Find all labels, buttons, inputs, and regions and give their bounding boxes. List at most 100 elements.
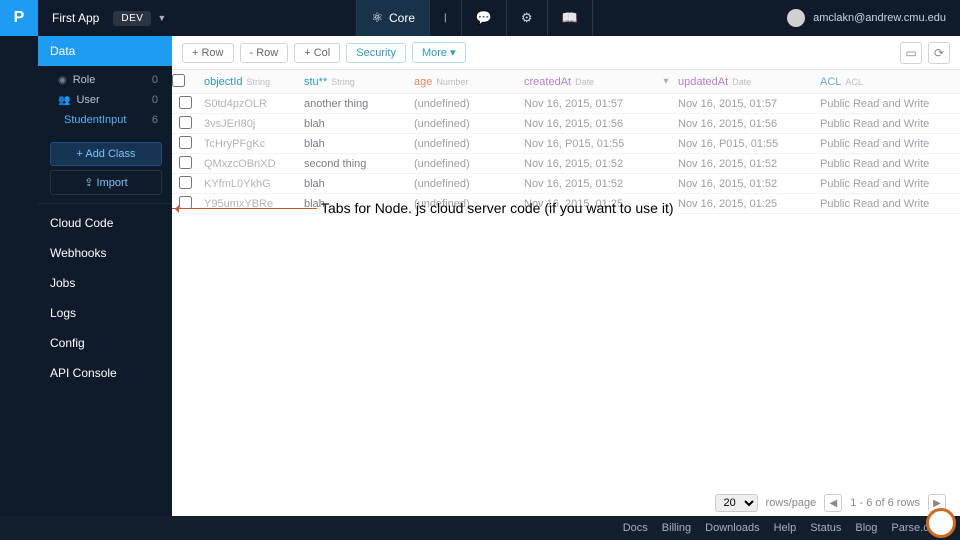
col-stuff[interactable]: stu**String xyxy=(298,76,408,88)
book-icon: 📖 xyxy=(562,10,578,26)
tab-analytics[interactable]: ⧙ xyxy=(430,0,461,36)
page-range: 1 - 6 of 6 rows xyxy=(850,497,920,509)
cell-acl: Public Read and Write xyxy=(814,178,960,190)
sidebar-config[interactable]: Config xyxy=(38,328,172,358)
col-createdat[interactable]: createdAtDate xyxy=(518,76,660,88)
atom-icon: ⚛ xyxy=(371,10,383,26)
rows-per-page-select[interactable]: 20 xyxy=(715,494,758,512)
cell-updatedat: Nov 16, P015, 01:55 xyxy=(672,138,814,150)
parse-logo[interactable]: P xyxy=(0,0,38,36)
delete-row-button[interactable]: - Row xyxy=(240,43,289,63)
row-checkbox[interactable] xyxy=(179,156,192,169)
cell-age: (undefined) xyxy=(408,118,518,130)
footer-status[interactable]: Status xyxy=(810,522,841,534)
footer-help[interactable]: Help xyxy=(774,522,797,534)
col-acl[interactable]: ACLACL xyxy=(814,76,960,88)
add-row-button[interactable]: + Row xyxy=(182,43,234,63)
table-row[interactable]: TcHryPFgKcblah(undefined)Nov 16, P015, 0… xyxy=(172,134,960,154)
footer-blog[interactable]: Blog xyxy=(855,522,877,534)
more-button[interactable]: More ▾ xyxy=(412,42,466,63)
cell-acl: Public Read and Write xyxy=(814,158,960,170)
cell-updatedat: Nov 16, 2015, 01:56 xyxy=(672,118,814,130)
pulse-icon: ⧙ xyxy=(444,10,447,26)
cell-acl: Public Read and Write xyxy=(814,118,960,130)
sidebar-data[interactable]: Data xyxy=(38,36,172,66)
cell-age: (undefined) xyxy=(408,158,518,170)
cell-objectid: QMxzcOBnXD xyxy=(198,158,298,170)
cell-createdat: Nov 16, 2015, 01:56 xyxy=(518,118,660,130)
footer-billing[interactable]: Billing xyxy=(662,522,691,534)
tab-push[interactable]: 💬 xyxy=(462,0,506,36)
security-button[interactable]: Security xyxy=(346,43,406,63)
table-row[interactable]: QMxzcOBnXDsecond thing(undefined)Nov 16,… xyxy=(172,154,960,174)
row-checkbox[interactable] xyxy=(179,96,192,109)
toolbar: + Row - Row + Col Security More ▾ ▭ ⟳ xyxy=(172,36,960,70)
main-panel: + Row - Row + Col Security More ▾ ▭ ⟳ ob… xyxy=(172,36,960,516)
user-icon: 👥 xyxy=(58,95,70,106)
sidebar-class-user[interactable]: 👥User 0 xyxy=(38,90,172,110)
chevron-down-icon[interactable]: ▼ xyxy=(157,13,166,23)
sidebar-class-studentinput[interactable]: StudentInput 6 xyxy=(38,110,172,130)
table-header: objectIdString stu**String ageNumber cre… xyxy=(172,70,960,94)
table-row[interactable]: 3vsJErI80jblah(undefined)Nov 16, 2015, 0… xyxy=(172,114,960,134)
env-badge[interactable]: DEV xyxy=(113,11,151,26)
add-col-button[interactable]: + Col xyxy=(294,43,340,63)
sidebar-api-console[interactable]: API Console xyxy=(38,358,172,388)
select-all-checkbox[interactable] xyxy=(172,74,185,87)
cell-stuff: blah xyxy=(298,138,408,150)
user-menu[interactable]: amclakn@andrew.cmu.edu xyxy=(773,9,960,27)
footer: Docs Billing Downloads Help Status Blog … xyxy=(0,516,960,540)
cell-createdat: Nov 16, P015, 01:55 xyxy=(518,138,660,150)
tab-settings[interactable]: ⚙ xyxy=(507,0,547,36)
row-checkbox[interactable] xyxy=(179,116,192,129)
tab-core-label: Core xyxy=(389,11,415,25)
chat-icon: 💬 xyxy=(476,10,492,26)
sidebar-webhooks[interactable]: Webhooks xyxy=(38,238,172,268)
prev-page-button[interactable]: ◀ xyxy=(824,494,842,512)
app-name[interactable]: First App xyxy=(38,11,113,25)
cell-createdat: Nov 16, 2015, 01:52 xyxy=(518,158,660,170)
cell-stuff: blah xyxy=(298,118,408,130)
footer-downloads[interactable]: Downloads xyxy=(705,522,759,534)
sidebar-class-role[interactable]: ◉Role 0 xyxy=(38,70,172,90)
import-button[interactable]: ⇪ Import xyxy=(50,170,162,195)
avatar xyxy=(787,9,805,27)
cell-createdat: Nov 16, 2015, 01:57 xyxy=(518,98,660,110)
sidebar-jobs[interactable]: Jobs xyxy=(38,268,172,298)
cell-objectid: 3vsJErI80j xyxy=(198,118,298,130)
col-objectid[interactable]: objectIdString xyxy=(198,76,298,88)
footer-docs[interactable]: Docs xyxy=(623,522,648,534)
table-row[interactable]: KYfmL0YkhGblah(undefined)Nov 16, 2015, 0… xyxy=(172,174,960,194)
arrow-icon xyxy=(172,208,317,209)
cell-objectid: TcHryPFgKc xyxy=(198,138,298,150)
cell-updatedat: Nov 16, 2015, 01:52 xyxy=(672,158,814,170)
sidebar: Data ◉Role 0 👥User 0 StudentInput 6 + Ad… xyxy=(0,36,172,516)
user-email: amclakn@andrew.cmu.edu xyxy=(813,12,946,24)
role-icon: ◉ xyxy=(58,75,67,86)
save-filter-button[interactable]: ▭ xyxy=(900,42,922,64)
cell-age: (undefined) xyxy=(408,138,518,150)
sidebar-cloud-code[interactable]: Cloud Code xyxy=(38,208,172,238)
add-class-button[interactable]: + Add Class xyxy=(50,142,162,166)
row-checkbox[interactable] xyxy=(179,176,192,189)
col-age[interactable]: ageNumber xyxy=(408,76,518,88)
table-row[interactable]: S0td4pzOLRanother thing(undefined)Nov 16… xyxy=(172,94,960,114)
row-checkbox[interactable] xyxy=(179,136,192,149)
table-body: S0td4pzOLRanother thing(undefined)Nov 16… xyxy=(172,94,960,214)
tab-docs[interactable]: 📖 xyxy=(548,0,592,36)
cell-age: (undefined) xyxy=(408,98,518,110)
annotation-text: Tabs for Node. js cloud server code (if … xyxy=(321,200,674,216)
tab-core[interactable]: ⚛ Core xyxy=(357,0,429,36)
col-updatedat[interactable]: updatedAtDate xyxy=(672,76,814,88)
top-bar: P First App DEV ▼ ⚛ Core ⧙ 💬 ⚙ 📖 amclakn… xyxy=(0,0,960,36)
cell-stuff: second thing xyxy=(298,158,408,170)
sidebar-logs[interactable]: Logs xyxy=(38,298,172,328)
annotation: Tabs for Node. js cloud server code (if … xyxy=(172,200,960,216)
cell-createdat: Nov 16, 2015, 01:52 xyxy=(518,178,660,190)
cell-updatedat: Nov 16, 2015, 01:57 xyxy=(672,98,814,110)
sort-chevron-icon[interactable]: ▾ xyxy=(660,76,672,87)
refresh-button[interactable]: ⟳ xyxy=(928,42,950,64)
cell-objectid: S0td4pzOLR xyxy=(198,98,298,110)
cell-age: (undefined) xyxy=(408,178,518,190)
cell-acl: Public Read and Write xyxy=(814,98,960,110)
